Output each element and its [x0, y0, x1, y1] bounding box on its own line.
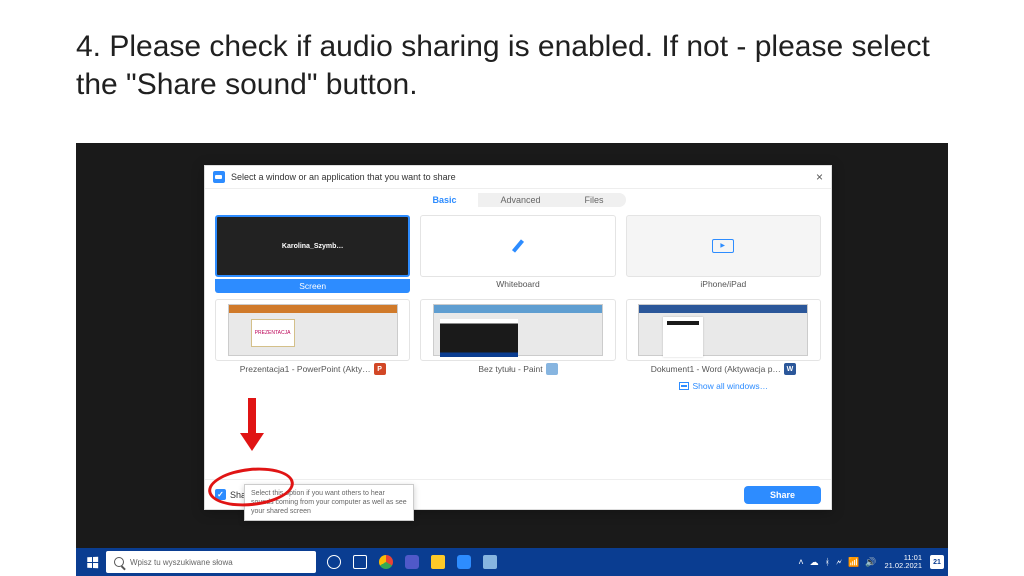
teams-icon	[405, 555, 419, 569]
folder-icon	[431, 555, 445, 569]
paint-task-icon	[483, 555, 497, 569]
zoom-task-icon	[457, 555, 471, 569]
slide-mini-text: PREZENTACJA	[251, 319, 295, 347]
option-paint[interactable]: Bez tytułu - Paint	[420, 299, 615, 375]
instruction-text: 4. Please check if audio sharing is enab…	[76, 28, 948, 103]
dialog-header: Select a window or an application that y…	[205, 166, 831, 189]
share-options-grid: Karolina_Szymb… Screen Whiteboard iPhone…	[205, 215, 831, 391]
option-whiteboard-label: Whiteboard	[496, 279, 539, 289]
option-powerpoint-label: Prezentacja1 - PowerPoint (Akty…	[240, 363, 386, 375]
option-word[interactable]: Dokument1 - Word (Aktywacja p…	[626, 299, 821, 375]
dialog-title: Select a window or an application that y…	[231, 172, 456, 182]
search-icon	[114, 557, 124, 567]
tab-basic[interactable]: Basic	[410, 193, 478, 207]
meeting-participant-name: Karolina_Szymb…	[282, 243, 343, 250]
annotation-arrow	[240, 398, 264, 451]
taskbar-chrome[interactable]	[374, 551, 398, 573]
option-word-label: Dokument1 - Word (Aktywacja p…	[651, 363, 796, 375]
wifi-icon[interactable]: 📶	[848, 557, 859, 568]
taskbar-teams[interactable]	[400, 551, 424, 573]
powerpoint-icon	[374, 363, 386, 375]
windows-icon	[87, 556, 98, 567]
windows-list-icon	[679, 382, 689, 390]
taskbar-clock[interactable]: 11:01 21.02.2021	[884, 554, 922, 571]
search-placeholder: Wpisz tu wyszukiwane słowa	[130, 558, 233, 567]
option-screen[interactable]: Karolina_Szymb… Screen	[215, 215, 410, 293]
airplay-icon	[712, 239, 734, 253]
option-whiteboard[interactable]: Whiteboard	[420, 215, 615, 293]
show-all-label: Show all windows…	[693, 381, 769, 391]
word-icon	[784, 363, 796, 375]
taskbar-taskview[interactable]	[348, 551, 372, 573]
taskbar-cortana[interactable]	[322, 551, 346, 573]
close-icon[interactable]: ×	[816, 170, 823, 184]
notification-center[interactable]: 21	[930, 555, 944, 569]
taskview-icon	[353, 555, 367, 569]
screenshot-frame: Select a window or an application that y…	[76, 143, 948, 576]
chrome-icon	[379, 555, 393, 569]
tab-files[interactable]: Files	[563, 193, 626, 207]
option-iphone[interactable]: iPhone/iPad	[626, 215, 821, 293]
battery-icon[interactable]: 🗲	[836, 557, 842, 568]
chevron-up-icon[interactable]: ˄	[798, 557, 803, 568]
taskbar-explorer[interactable]	[426, 551, 450, 573]
volume-icon[interactable]: 🔊	[865, 557, 876, 568]
option-screen-label: Screen	[215, 279, 410, 293]
bluetooth-icon[interactable]: ᚼ	[825, 557, 830, 568]
taskbar-paint[interactable]	[478, 551, 502, 573]
share-dialog: Select a window or an application that y…	[204, 165, 832, 510]
zoom-icon	[213, 171, 225, 183]
taskbar-apps	[322, 551, 502, 573]
taskbar-zoom[interactable]	[452, 551, 476, 573]
start-button[interactable]	[80, 551, 104, 573]
tabs: Basic Advanced Files	[205, 193, 831, 207]
option-iphone-label: iPhone/iPad	[700, 279, 746, 289]
pencil-icon	[508, 236, 528, 256]
option-paint-label: Bez tytułu - Paint	[478, 363, 557, 375]
tab-advanced[interactable]: Advanced	[478, 193, 562, 207]
taskbar: Wpisz tu wyszukiwane słowa ˄ ☁ ᚼ	[76, 548, 948, 576]
option-powerpoint[interactable]: PREZENTACJA Prezentacja1 - PowerPoint (A…	[215, 299, 410, 375]
taskbar-search[interactable]: Wpisz tu wyszukiwane słowa	[106, 551, 316, 573]
clock-date: 21.02.2021	[884, 562, 922, 570]
onedrive-icon[interactable]: ☁	[810, 557, 819, 568]
paint-icon	[546, 363, 558, 375]
cortana-icon	[327, 555, 341, 569]
show-all-windows[interactable]: Show all windows…	[626, 381, 821, 391]
system-tray[interactable]: ˄ ☁ ᚼ 🗲 📶 🔊	[798, 557, 876, 568]
share-button[interactable]: Share	[744, 486, 821, 504]
